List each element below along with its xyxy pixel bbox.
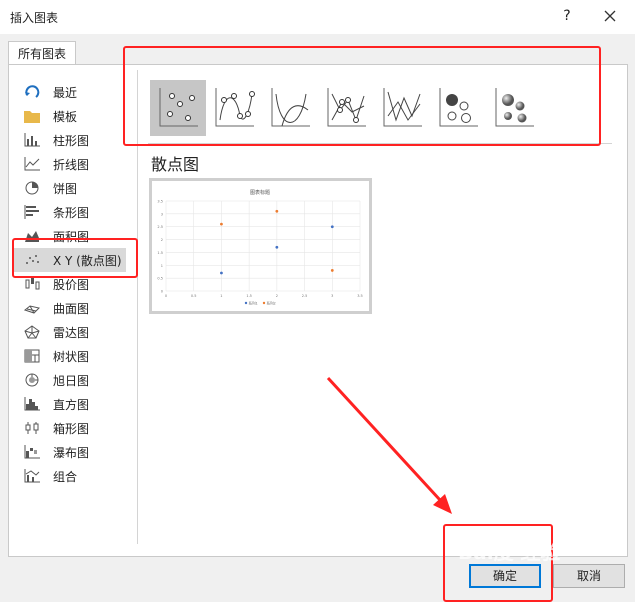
scatter-point [275,245,279,249]
y-tick-label: 3 [161,212,163,216]
x-tick-label: 3 [331,294,333,298]
sidebar-item-pie[interactable]: 饼图 [14,176,126,200]
folder-icon [24,111,40,123]
annotation-subtypes-box [123,46,601,146]
x-tick-label: 3.5 [357,294,363,298]
sunburst-chart-icon [25,373,39,387]
chart-title: 图表标题 [250,189,270,196]
legend-label: 系列1 [249,300,258,305]
box-whisker-chart-icon [25,422,39,434]
legend-label: 系列2 [267,300,276,305]
legend-marker [262,301,266,305]
x-tick-label: 0.5 [191,294,197,298]
line-chart-icon [24,157,40,171]
chart-type-list: 最近 模板 柱形图 折线图 饼图 条形图 面积图 X Y (散点图) 股价图 曲… [14,80,126,488]
chart-preview[interactable]: 图表标题 0 0.5 1 1.5 2 2.5 3 3.5 0 0.5 1 1.5 2 2.5 3 3.5 系列… [149,178,372,314]
sidebar-item-combo[interactable]: 组合 [14,464,126,488]
waterfall-chart-icon [24,445,40,459]
x-tick-label: 1 [220,294,222,298]
x-tick-label: 2 [276,294,278,298]
treemap-chart-icon [24,349,40,363]
sidebar-item-surface[interactable]: 曲面图 [14,296,126,320]
sidebar-item-treemap[interactable]: 树状图 [14,344,126,368]
sidebar-item-sunburst[interactable]: 旭日图 [14,368,126,392]
watermark: Bai度 经验 [458,540,561,564]
sidebar-item-template[interactable]: 模板 [14,104,126,128]
x-tick-label: 2.5 [302,294,308,298]
scatter-point [330,269,334,272]
y-tick-label: 3.5 [157,200,163,204]
sidebar-item-radar[interactable]: 雷达图 [14,320,126,344]
sidebar-item-column[interactable]: 柱形图 [14,128,126,152]
column-chart-icon [24,133,40,147]
ok-button[interactable]: 确定 [469,564,541,588]
y-tick-label: 0 [161,290,163,294]
surface-chart-icon [24,305,40,314]
sidebar-item-waterfall[interactable]: 瀑布图 [14,440,126,464]
scatter-point [220,271,223,275]
y-tick-label: 1.5 [157,251,163,255]
scatter-point [275,209,279,213]
cancel-button[interactable]: 取消 [553,564,625,588]
close-icon[interactable] [600,6,620,26]
pie-chart-icon [25,181,39,195]
sidebar-item-boxwhisker[interactable]: 箱形图 [14,416,126,440]
scatter-point [220,222,223,226]
preview-chart: 图表标题 0 0.5 1 1.5 2 2.5 3 3.5 0 0.5 1 1.5 2 2.5 3 3.5 系列… [157,189,363,305]
sidebar-item-line[interactable]: 折线图 [14,152,126,176]
legend-marker [244,301,248,305]
tab-all-charts[interactable]: 所有图表 [8,41,76,66]
radar-chart-icon [24,325,40,339]
chart-type-title: 散点图 [151,155,200,174]
y-tick-label: 2 [161,238,163,242]
annotation-scatter-box [12,238,138,278]
x-tick-label: 1.5 [246,294,252,298]
y-tick-label: 0.5 [157,277,163,281]
bar-chart-icon [24,205,39,219]
histogram-chart-icon [24,397,40,411]
title-bar: 插入图表 ? [0,0,635,34]
scatter-point [330,225,334,229]
help-button[interactable]: ? [557,6,577,26]
combo-chart-icon [24,469,40,483]
window-title: 插入图表 [10,11,59,25]
sidebar-item-bar[interactable]: 条形图 [14,200,126,224]
y-tick-label: 1 [161,264,163,268]
x-tick-label: 0 [165,294,167,298]
sidebar-item-recent[interactable]: 最近 [14,80,126,104]
y-tick-label: 2.5 [157,225,163,229]
stock-chart-icon [25,278,40,290]
sidebar-item-histogram[interactable]: 直方图 [14,392,126,416]
recent-icon [25,85,40,98]
